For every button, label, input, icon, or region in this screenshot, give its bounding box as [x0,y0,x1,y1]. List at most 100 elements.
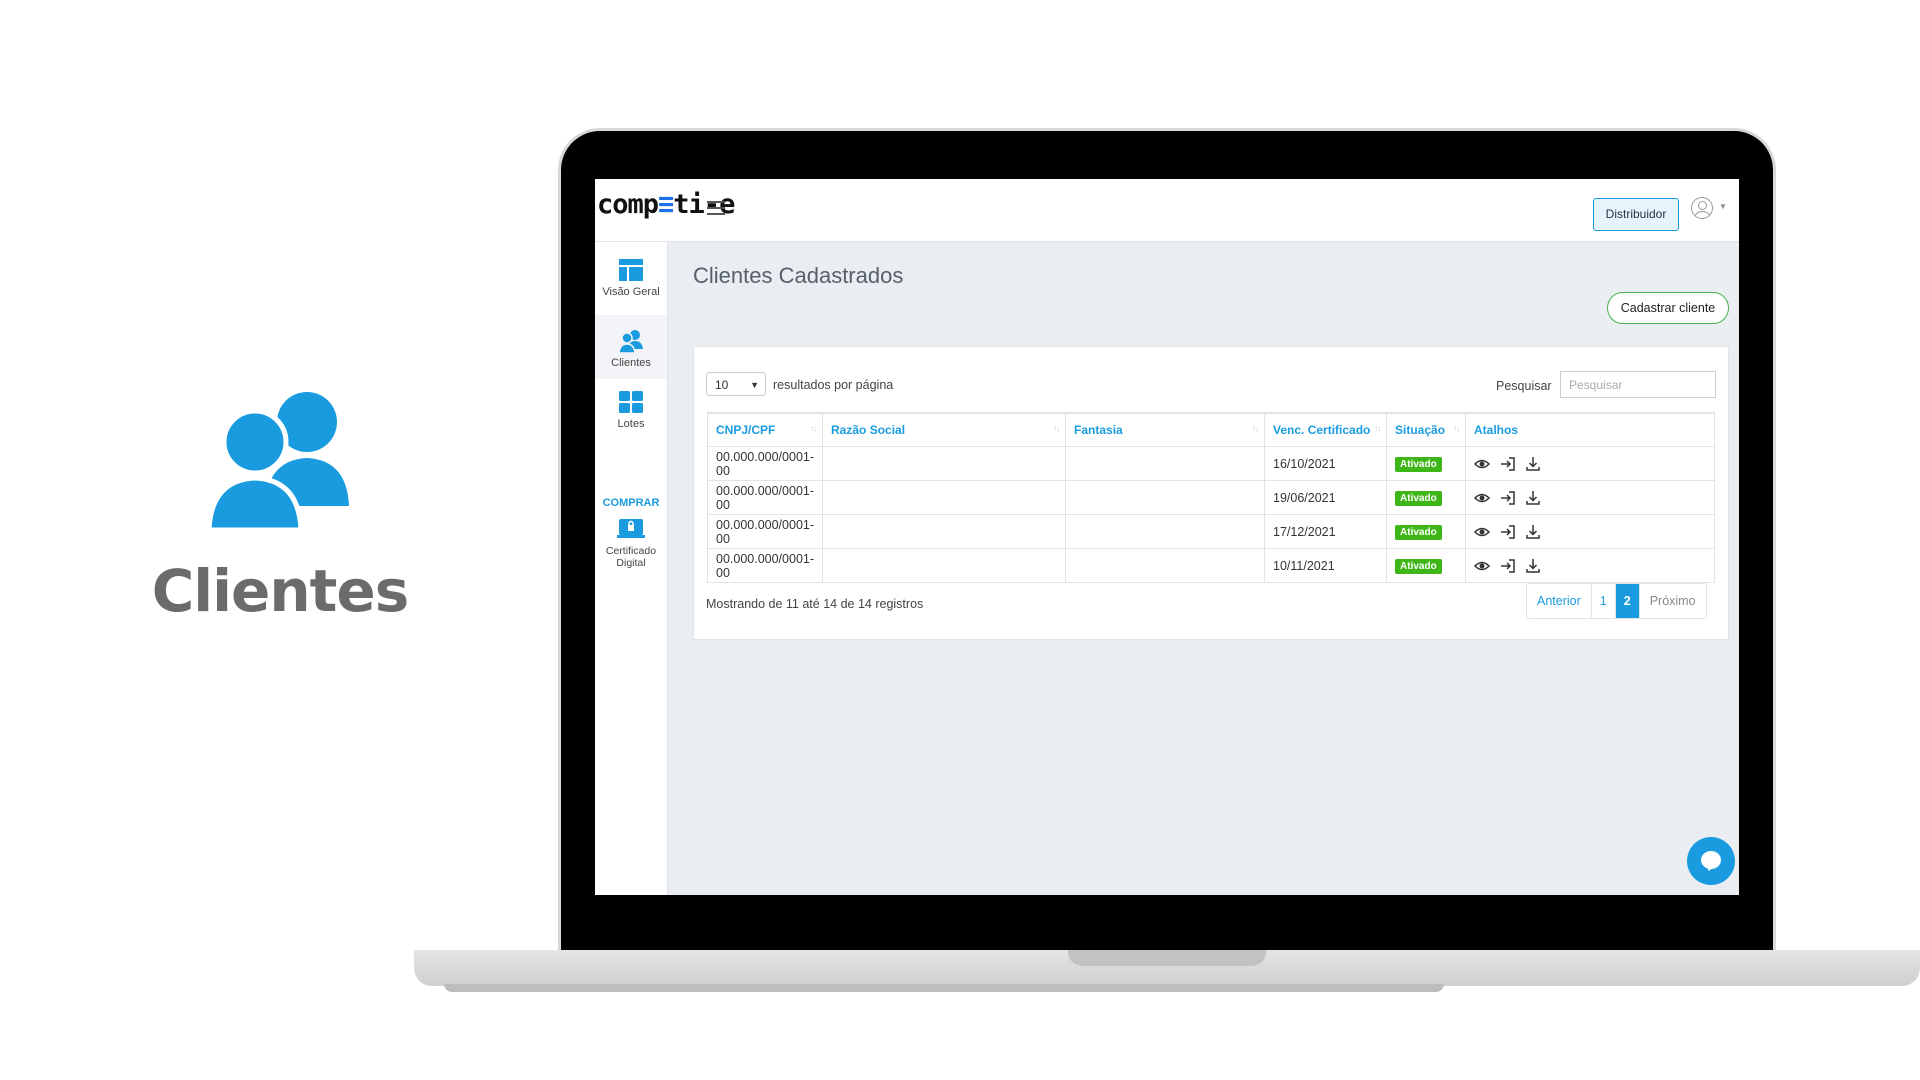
sort-icon: ↑↓ [810,424,817,433]
logo-prefix: comp [597,189,659,220]
chevron-down-icon: ▼ [750,380,759,390]
table-row: 00.000.000/0001-00 17/12/2021 Ativado [706,514,1715,549]
column-header-fantasia[interactable]: Fantasia ↑↓ [1065,412,1266,447]
sidebar-item-lotes[interactable]: Lotes [595,390,667,446]
users-icon [618,330,643,353]
sort-icon: ↑↓ [1374,424,1381,433]
table-footer-info: Mostrando de 11 até 14 de 14 registros [706,597,924,611]
eye-icon[interactable] [1473,490,1491,506]
download-icon[interactable] [1525,490,1541,506]
login-icon[interactable] [1500,558,1516,574]
cell-cnpj: 00.000.000/0001-00 [706,446,824,481]
search-label: Pesquisar [1496,379,1552,393]
download-icon[interactable] [1525,558,1541,574]
login-icon[interactable] [1500,524,1516,540]
chevron-down-icon[interactable]: ▼ [1719,202,1727,211]
cell-situacao: Ativado [1386,514,1467,549]
cell-razao-social [822,446,1067,481]
column-header-label: CNPJ/CPF [716,423,776,437]
logo-accent: ≡ [658,189,674,220]
status-badge: Ativado [1395,524,1442,540]
sort-icon: ↑↓ [1252,424,1259,433]
sidebar-item-clientes[interactable]: Clientes [595,315,667,379]
sidebar-comprar-label[interactable]: COMPRAR [595,497,667,509]
hamburger-menu-icon[interactable] [707,201,725,215]
logo-suffix: ti-e [673,189,735,220]
cell-atalhos [1465,446,1715,481]
table-header-row: CNPJ/CPF ↑↓ Razão Social ↑↓ Fantasia ↑↓ Ven… [706,412,1715,447]
column-header-label: Situação [1395,423,1446,437]
eye-icon[interactable] [1473,558,1491,574]
column-header-situacao[interactable]: Situação ↑↓ [1386,412,1467,447]
download-icon[interactable] [1525,456,1541,472]
cell-venc-certificado: 10/11/2021 [1264,548,1388,583]
cell-atalhos [1465,514,1715,549]
chat-button[interactable] [1687,837,1735,885]
table-row: 00.000.000/0001-00 19/06/2021 Ativado [706,480,1715,515]
cell-razao-social [822,548,1067,583]
user-avatar-icon[interactable] [1691,197,1713,219]
cell-cnpj: 00.000.000/0001-00 [706,548,824,583]
users-icon [206,392,349,533]
cell-atalhos [1465,548,1715,583]
table-row: 00.000.000/0001-00 16/10/2021 Ativado [706,446,1715,481]
pagination-page-1[interactable]: 1 [1592,584,1616,618]
page-size-label: resultados por página [773,378,894,392]
dashboard-icon [619,259,643,281]
sidebar: Visão Geral Clientes Lotes COMPRAR Certi… [595,242,668,895]
column-header-atalhos: Atalhos [1465,412,1715,447]
laptop-notch [1068,950,1266,966]
sort-icon: ↑↓ [1053,424,1060,433]
clients-table: CNPJ/CPF ↑↓ Razão Social ↑↓ Fantasia ↑↓ Ven… [706,412,1715,583]
cell-atalhos [1465,480,1715,515]
status-badge: Ativado [1395,490,1442,506]
cell-fantasia [1065,446,1266,481]
cell-situacao: Ativado [1386,548,1467,583]
page-title: Clientes Cadastrados [693,263,904,288]
pagination: Anterior 1 2 Próximo [1526,583,1707,619]
cell-fantasia [1065,548,1266,583]
cell-razao-social [822,480,1067,515]
page-size-select[interactable]: 10 ▼ [706,372,766,396]
promo-label: Clientes [151,557,410,625]
column-header-razao-social[interactable]: Razão Social ↑↓ [822,412,1067,447]
eye-icon[interactable] [1473,524,1491,540]
cell-cnpj: 00.000.000/0001-00 [706,514,824,549]
page-size-value: 10 [715,378,729,392]
cell-venc-certificado: 17/12/2021 [1264,514,1388,549]
pagination-next-button[interactable]: Próximo [1640,584,1706,618]
certificate-laptop-icon [617,519,645,538]
cell-situacao: Ativado [1386,480,1467,515]
eye-icon[interactable] [1473,456,1491,472]
status-badge: Ativado [1395,456,1442,472]
column-header-venc-certificado[interactable]: Venc. Certificado ↑↓ [1264,412,1388,447]
distribuidor-button[interactable]: Distribuidor [1593,198,1679,231]
cadastrar-cliente-button[interactable]: Cadastrar cliente [1607,292,1729,324]
column-header-label: Atalhos [1474,423,1519,437]
sidebar-item-label: Digital [616,557,646,569]
column-header-label: Venc. Certificado [1273,423,1371,437]
download-icon[interactable] [1525,524,1541,540]
sidebar-item-label: Lotes [617,418,645,430]
column-header-label: Razão Social [831,423,906,437]
sidebar-item-label: Certificado [605,545,657,557]
app-screen: comp≡ti-e Distribuidor ▼ Visão Geral Cli… [595,179,1739,895]
cell-fantasia [1065,514,1266,549]
sidebar-item-label: Clientes [611,357,651,369]
sort-icon: ↑↓ [1453,424,1460,433]
sidebar-item-certificado-digital[interactable]: Certificado Digital [595,517,667,577]
login-icon[interactable] [1500,490,1516,506]
sidebar-item-visao-geral[interactable]: Visão Geral [595,258,667,314]
pagination-page-2[interactable]: 2 [1615,584,1640,618]
column-header-cnpj[interactable]: CNPJ/CPF ↑↓ [706,412,824,447]
cell-cnpj: 00.000.000/0001-00 [706,480,824,515]
clients-card: 10 ▼ resultados por página Pesquisar CNP… [693,346,1729,640]
login-icon[interactable] [1500,456,1516,472]
sidebar-item-label: Visão Geral [602,286,660,298]
pagination-prev-button[interactable]: Anterior [1527,584,1592,618]
top-bar: comp≡ti-e Distribuidor ▼ [595,179,1739,242]
search-input[interactable] [1560,371,1716,398]
promo-section: Clientes [150,380,410,625]
cell-razao-social [822,514,1067,549]
cell-fantasia [1065,480,1266,515]
